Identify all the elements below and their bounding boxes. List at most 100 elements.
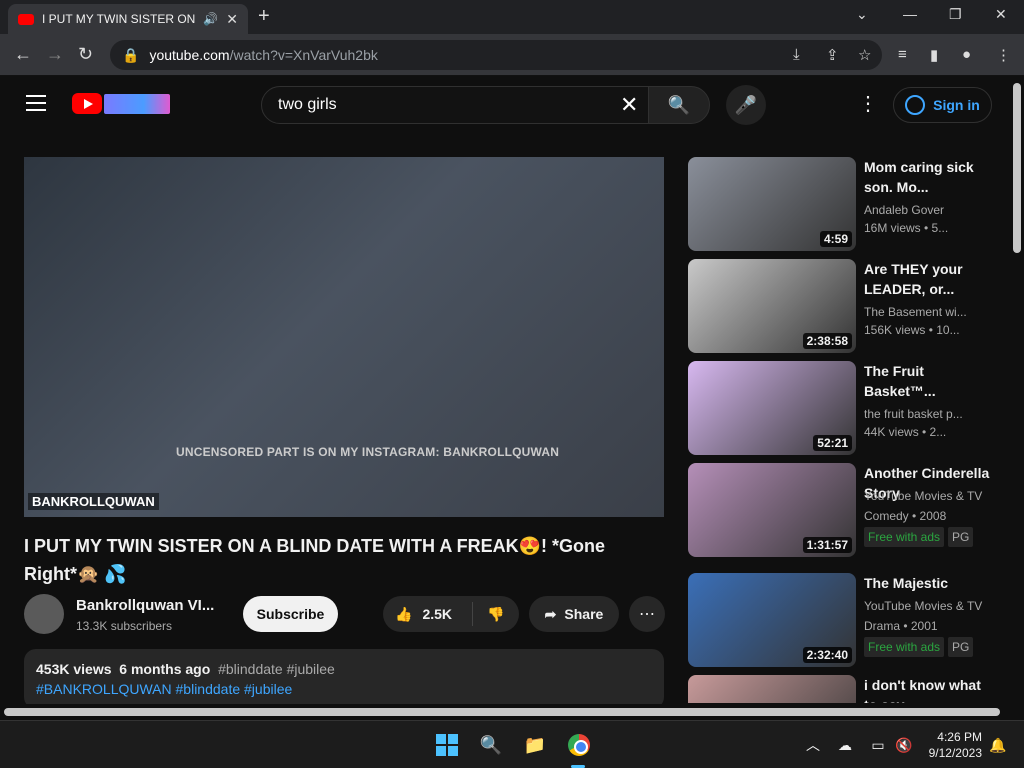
share-label: Share <box>564 606 604 622</box>
tab-title: I PUT MY TWIN SISTER ON A <box>42 12 196 26</box>
media-controls-icon[interactable]: ≡ <box>898 46 907 63</box>
video-thumbnail[interactable]: 52:21 <box>688 361 856 455</box>
rating-badge: PG <box>948 527 974 547</box>
recommended-video[interactable]: 1:31:57 Another Cinderella Story YouTube M… <box>688 463 998 557</box>
show-hidden-icons-icon[interactable]: ︿ <box>801 733 825 757</box>
share-page-icon[interactable]: ⇪ <box>826 46 839 64</box>
search-box[interactable] <box>261 86 649 124</box>
start-button[interactable] <box>435 733 459 757</box>
view-count: 453K views <box>36 661 112 677</box>
channel-name[interactable]: Bankrollquwan VI... <box>76 597 216 614</box>
notification-bell-icon[interactable]: 🔔 <box>986 733 1010 757</box>
address-bar[interactable]: 🔒 youtube.com/watch?v=XnVarVuh2bk <box>110 40 882 70</box>
channel-avatar[interactable] <box>24 594 64 634</box>
recommended-channel[interactable]: Andaleb Gover <box>864 201 994 219</box>
close-window-button[interactable]: ✕ <box>995 6 1007 23</box>
share-arrow-icon: ➦ <box>544 605 557 622</box>
subscriber-count: 13.3K subscribers <box>76 619 173 633</box>
recommended-channel[interactable]: The Basement wi... <box>864 303 994 321</box>
recommended-title[interactable]: The Majestic <box>864 573 992 593</box>
account-icon <box>905 95 926 115</box>
video-thumbnail[interactable]: 2:32:40 <box>688 573 856 667</box>
speaker-icon[interactable]: 🔊 <box>203 12 218 26</box>
minimize-button[interactable]: — <box>903 6 917 22</box>
youtube-logo[interactable] <box>72 93 102 114</box>
description-tag-links[interactable]: #BANKROLLQUWAN #blinddate #jubilee <box>36 681 652 697</box>
search-input[interactable] <box>278 96 598 114</box>
network-icon[interactable]: ▭ <box>866 733 890 757</box>
video-thumbnail[interactable]: 1:31:57 <box>688 463 856 557</box>
recommended-video[interactable]: i don't know what to say <box>688 675 998 703</box>
recommended-video[interactable]: 4:59 Mom caring sick son. Mo... Andaleb Go… <box>688 157 998 251</box>
hamburger-menu-icon[interactable] <box>26 95 46 116</box>
share-button[interactable]: ➦ Share <box>529 596 619 632</box>
video-player[interactable]: UNCENSORED PART IS ON MY INSTAGRAM: BANK… <box>24 157 664 517</box>
browser-tab[interactable]: I PUT MY TWIN SISTER ON A 🔊 ✕ <box>8 4 248 34</box>
free-with-ads-badge: Free with ads <box>864 527 945 547</box>
chrome-menu-icon[interactable]: ⋮ <box>996 46 1011 64</box>
settings-more-icon[interactable]: ⋮ <box>858 91 878 116</box>
sign-in-button[interactable]: Sign in <box>893 87 992 123</box>
dislike-button[interactable]: 👎 <box>473 606 504 623</box>
upload-age: 6 months ago <box>119 661 211 677</box>
youtube-doodle[interactable] <box>104 94 170 114</box>
recommended-video[interactable]: 2:32:40 The Majestic YouTube Movies & TV Dr… <box>688 573 998 667</box>
new-tab-button[interactable]: + <box>258 5 270 28</box>
url-path: /watch?v=XnVarVuh2bk <box>229 47 378 63</box>
recommended-channel[interactable]: the fruit basket p... <box>864 405 994 423</box>
youtube-header: ✕ 🔍 🎤 ⋮ Sign in <box>0 77 1010 133</box>
recommended-channel[interactable]: YouTube Movies & TV <box>864 597 994 615</box>
taskbar-clock[interactable]: 4:26 PM 9/12/2023 <box>926 729 982 761</box>
like-button[interactable]: 👍 2.5K <box>383 602 473 626</box>
clock-time: 4:26 PM <box>937 730 982 744</box>
recommended-video[interactable]: 2:38:58 Are THEY your LEADER, or... The Ba… <box>688 259 998 353</box>
recommended-channel[interactable]: YouTube Movies & TV <box>864 487 994 505</box>
horizontal-scrollbar[interactable] <box>0 704 1010 720</box>
forward-button[interactable]: → <box>46 44 64 65</box>
video-watermark-handle: BANKROLLQUWAN <box>28 493 159 510</box>
sign-in-label: Sign in <box>933 97 980 113</box>
side-panel-icon[interactable]: ▮ <box>930 46 938 64</box>
subscribe-button[interactable]: Subscribe <box>243 596 338 632</box>
recommended-stats: Drama • 2001 <box>864 619 938 633</box>
clear-search-icon[interactable]: ✕ <box>620 92 638 118</box>
onedrive-icon[interactable]: ☁ <box>833 733 857 757</box>
free-with-ads-badge: Free with ads <box>864 637 945 657</box>
video-thumbnail[interactable]: 2:38:58 <box>688 259 856 353</box>
recommended-title[interactable]: Mom caring sick son. Mo... <box>864 157 992 197</box>
video-overlay-caption: UNCENSORED PART IS ON MY INSTAGRAM: BANK… <box>176 445 560 459</box>
file-explorer-icon[interactable]: 📁 <box>523 733 547 757</box>
video-duration: 4:59 <box>819 231 852 247</box>
vertical-scrollbar[interactable] <box>1010 77 1024 704</box>
recommended-title[interactable]: i don't know what to say <box>864 675 992 703</box>
volume-muted-icon[interactable]: 🔇 <box>892 733 916 757</box>
search-button[interactable]: 🔍 <box>648 86 710 124</box>
recommended-video[interactable]: 52:21 The Fruit Basket™... the fruit baske… <box>688 361 998 455</box>
reload-button[interactable]: ↻ <box>78 44 93 65</box>
chrome-taskbar-icon[interactable] <box>567 733 591 757</box>
voice-search-button[interactable]: 🎤 <box>726 85 766 125</box>
install-icon[interactable]: ⤓ <box>793 46 800 63</box>
video-thumbnail[interactable]: 4:59 <box>688 157 856 251</box>
profile-icon[interactable]: ● <box>962 46 971 63</box>
video-thumbnail[interactable] <box>688 675 856 703</box>
bookmark-star-icon[interactable]: ☆ <box>858 46 871 64</box>
more-actions-button[interactable]: ⋯ <box>629 596 665 632</box>
search-taskbar-icon[interactable]: 🔍 <box>479 733 503 757</box>
restore-button[interactable]: ❐ <box>949 6 962 23</box>
description-hashtags[interactable]: #blinddate #jubilee <box>218 661 335 677</box>
browser-tabstrip: I PUT MY TWIN SISTER ON A 🔊 ✕ + ⌄ — ❐ ✕ <box>0 0 1024 34</box>
video-duration: 2:38:58 <box>802 333 852 349</box>
close-tab-icon[interactable]: ✕ <box>226 11 238 28</box>
like-count: 2.5K <box>422 606 453 622</box>
recommended-title[interactable]: The Fruit Basket™... <box>864 361 992 401</box>
lock-icon[interactable]: 🔒 <box>122 47 139 64</box>
video-duration: 1:31:57 <box>802 537 852 553</box>
description-box[interactable]: 453K views 6 months ago #blinddate #jubi… <box>24 649 664 709</box>
recommended-title[interactable]: Are THEY your LEADER, or... <box>864 259 992 299</box>
recommended-stats: 44K views • 2... <box>864 425 947 439</box>
windows-logo-icon <box>436 734 458 756</box>
back-button[interactable]: ← <box>14 44 32 65</box>
tab-search-icon[interactable]: ⌄ <box>856 6 868 23</box>
rating-badge: PG <box>948 637 974 657</box>
